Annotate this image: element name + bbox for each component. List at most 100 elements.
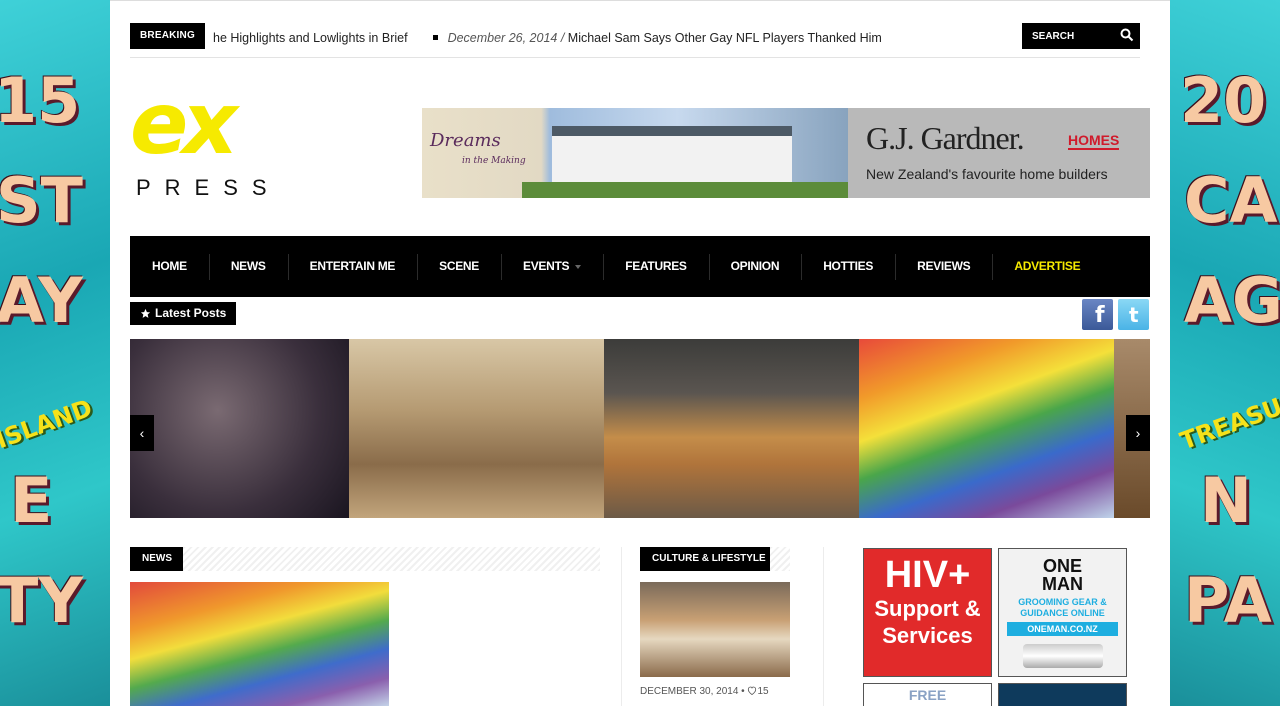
logo-word: PRESS <box>136 175 281 200</box>
top-bar: BREAKING he Highlights and Lowlights in … <box>130 23 1140 49</box>
heart-icon[interactable] <box>747 686 757 696</box>
skin-right-text-4: TREASU <box>1176 392 1280 456</box>
banner-dreams-sub: in the Making <box>462 156 526 166</box>
facebook-icon[interactable]: f <box>1082 299 1113 330</box>
hiv-ad-line2: Support & <box>874 596 981 621</box>
latest-posts-label: Latest Posts <box>130 302 237 325</box>
nav-label: HOTTIES <box>823 259 874 273</box>
skin-right-text-3: AG <box>1184 264 1280 337</box>
ticker-date: December 26, 2014 <box>447 31 558 45</box>
oneman-sub-line1: GROOMING GEAR & <box>1018 597 1107 607</box>
news-article-image[interactable] <box>130 582 389 706</box>
section-stripes <box>770 547 790 571</box>
hiv-ad-line3: Services <box>882 623 973 648</box>
nav-entertain-me[interactable]: ENTERTAIN ME <box>287 236 418 297</box>
slide-image-club[interactable] <box>130 339 349 518</box>
skin-left-text-2: ST <box>0 164 83 237</box>
search-icon[interactable] <box>1120 28 1134 42</box>
banner-brand-tag: HOMES <box>1068 132 1120 150</box>
news-section-header: NEWS <box>130 547 600 571</box>
skin-right-text-1: 20 <box>1180 64 1267 137</box>
main-nav: HOME NEWS ENTERTAIN ME SCENE EVENTS FEAT… <box>130 236 1150 297</box>
ticker-headline[interactable]: Michael Sam Says Other Gay NFL Players T… <box>568 31 882 45</box>
grass-shape <box>522 182 848 198</box>
logo-mark: ex <box>130 74 238 174</box>
oneman-url: ONEMAN.CO.NZ <box>1007 622 1118 636</box>
breaking-label: BREAKING <box>130 23 205 49</box>
culture-section-label[interactable]: CULTURE & LIFESTYLE <box>640 547 778 571</box>
star-icon <box>140 308 151 318</box>
column-divider <box>823 547 824 706</box>
right-skin-ad[interactable]: 20 CA AG TREASU N PA <box>1170 0 1280 706</box>
razor-image <box>1022 644 1103 668</box>
nav-hotties[interactable]: HOTTIES <box>801 236 895 297</box>
nav-opinion[interactable]: OPINION <box>708 236 802 297</box>
nav-label: ENTERTAIN ME <box>309 259 396 273</box>
site-logo[interactable]: ex PRESS <box>130 81 272 200</box>
slider-next-button[interactable]: › <box>1126 415 1150 451</box>
house-shape <box>552 126 792 182</box>
column-divider <box>621 547 622 706</box>
twitter-icon[interactable]: t <box>1118 299 1149 330</box>
skin-right-text-2: CA <box>1184 164 1278 237</box>
nav-label: NEWS <box>230 259 266 273</box>
skin-left-text-4: ISLAND <box>0 393 96 455</box>
ticker-separator: / <box>557 31 568 45</box>
nav-advertise[interactable]: ADVERTISE <box>992 236 1102 297</box>
hiv-support-ad[interactable]: HIV+ Support & Services <box>863 548 992 677</box>
nav-home[interactable]: HOME <box>130 236 209 297</box>
twitter-letter: t <box>1129 303 1139 327</box>
latest-posts-text: Latest Posts <box>155 306 227 320</box>
nav-news[interactable]: NEWS <box>208 236 288 297</box>
oneman-brand-line1: ONE <box>1042 556 1082 576</box>
nav-features[interactable]: FEATURES <box>603 236 708 297</box>
banner-tagline: New Zealand's favourite home builders <box>866 166 1108 182</box>
news-ticker: he Highlights and Lowlights in Brief Dece… <box>213 23 882 49</box>
page-container: BREAKING he Highlights and Lowlights in … <box>110 0 1170 706</box>
hiv-ad-line1: HIV+ <box>884 554 971 596</box>
ticker-headline[interactable]: he Highlights and Lowlights in Brief <box>213 31 408 45</box>
like-count: 15 <box>757 686 769 697</box>
banner-brand-panel: G.J. Gardner. HOMES New Zealand's favour… <box>848 108 1150 198</box>
skin-right-text-5: N <box>1200 464 1252 537</box>
search-box <box>1022 23 1140 49</box>
nav-label: HOME <box>152 259 187 273</box>
nav-label: OPINION <box>730 259 780 273</box>
slide-image-beach[interactable] <box>349 339 604 518</box>
culture-section-header: CULTURE & LIFESTYLE <box>640 547 790 571</box>
oneman-ad[interactable]: ONE MAN GROOMING GEAR & GUIDANCE ONLINE … <box>998 548 1127 677</box>
oneman-brand-line2: MAN <box>1042 574 1083 594</box>
search-input[interactable] <box>1022 23 1118 49</box>
free-ad-label: FREE <box>908 687 947 703</box>
slide-image-food[interactable] <box>604 339 859 518</box>
nav-label: EVENTS <box>523 259 570 273</box>
nav-events[interactable]: EVENTS <box>501 236 603 297</box>
skin-right-text-6: PA <box>1184 564 1272 637</box>
oneman-sub-line2: GUIDANCE ONLINE <box>1020 608 1105 618</box>
culture-article-meta: DECEMBER 30, 2014 • 15 <box>640 686 769 697</box>
skin-left-text-5: E <box>10 464 53 537</box>
chevron-down-icon <box>575 264 582 269</box>
left-skin-ad[interactable]: 15 ST AY ISLAND E TY <box>0 0 110 706</box>
nav-label: ADVERTISE <box>1014 259 1081 273</box>
divider <box>130 57 1140 58</box>
banner-house-image: Dreams in the Making <box>422 108 848 198</box>
dark-ad[interactable] <box>998 683 1127 706</box>
free-ad[interactable]: FREE <box>863 683 992 706</box>
culture-article-image[interactable] <box>640 582 790 677</box>
header-banner-ad[interactable]: Dreams in the Making G.J. Gardner. HOMES… <box>422 108 1150 198</box>
article-date: DECEMBER 30, 2014 <box>640 686 739 697</box>
meta-separator: • <box>741 686 745 697</box>
nav-label: FEATURES <box>625 259 687 273</box>
news-section-label[interactable]: NEWS <box>130 547 184 571</box>
banner-brand: G.J. Gardner. <box>866 120 1025 156</box>
slider-prev-button[interactable]: ‹ <box>130 415 154 451</box>
skin-left-text-6: TY <box>0 564 84 637</box>
banner-dreams-text: Dreams <box>430 130 501 151</box>
skin-left-text-3: AY <box>0 264 83 337</box>
slide-image-rainbow-flag[interactable] <box>859 339 1114 518</box>
facebook-letter: f <box>1095 303 1105 328</box>
latest-posts-slider <box>130 339 1150 518</box>
nav-reviews[interactable]: REVIEWS <box>895 236 992 297</box>
nav-scene[interactable]: SCENE <box>417 236 501 297</box>
